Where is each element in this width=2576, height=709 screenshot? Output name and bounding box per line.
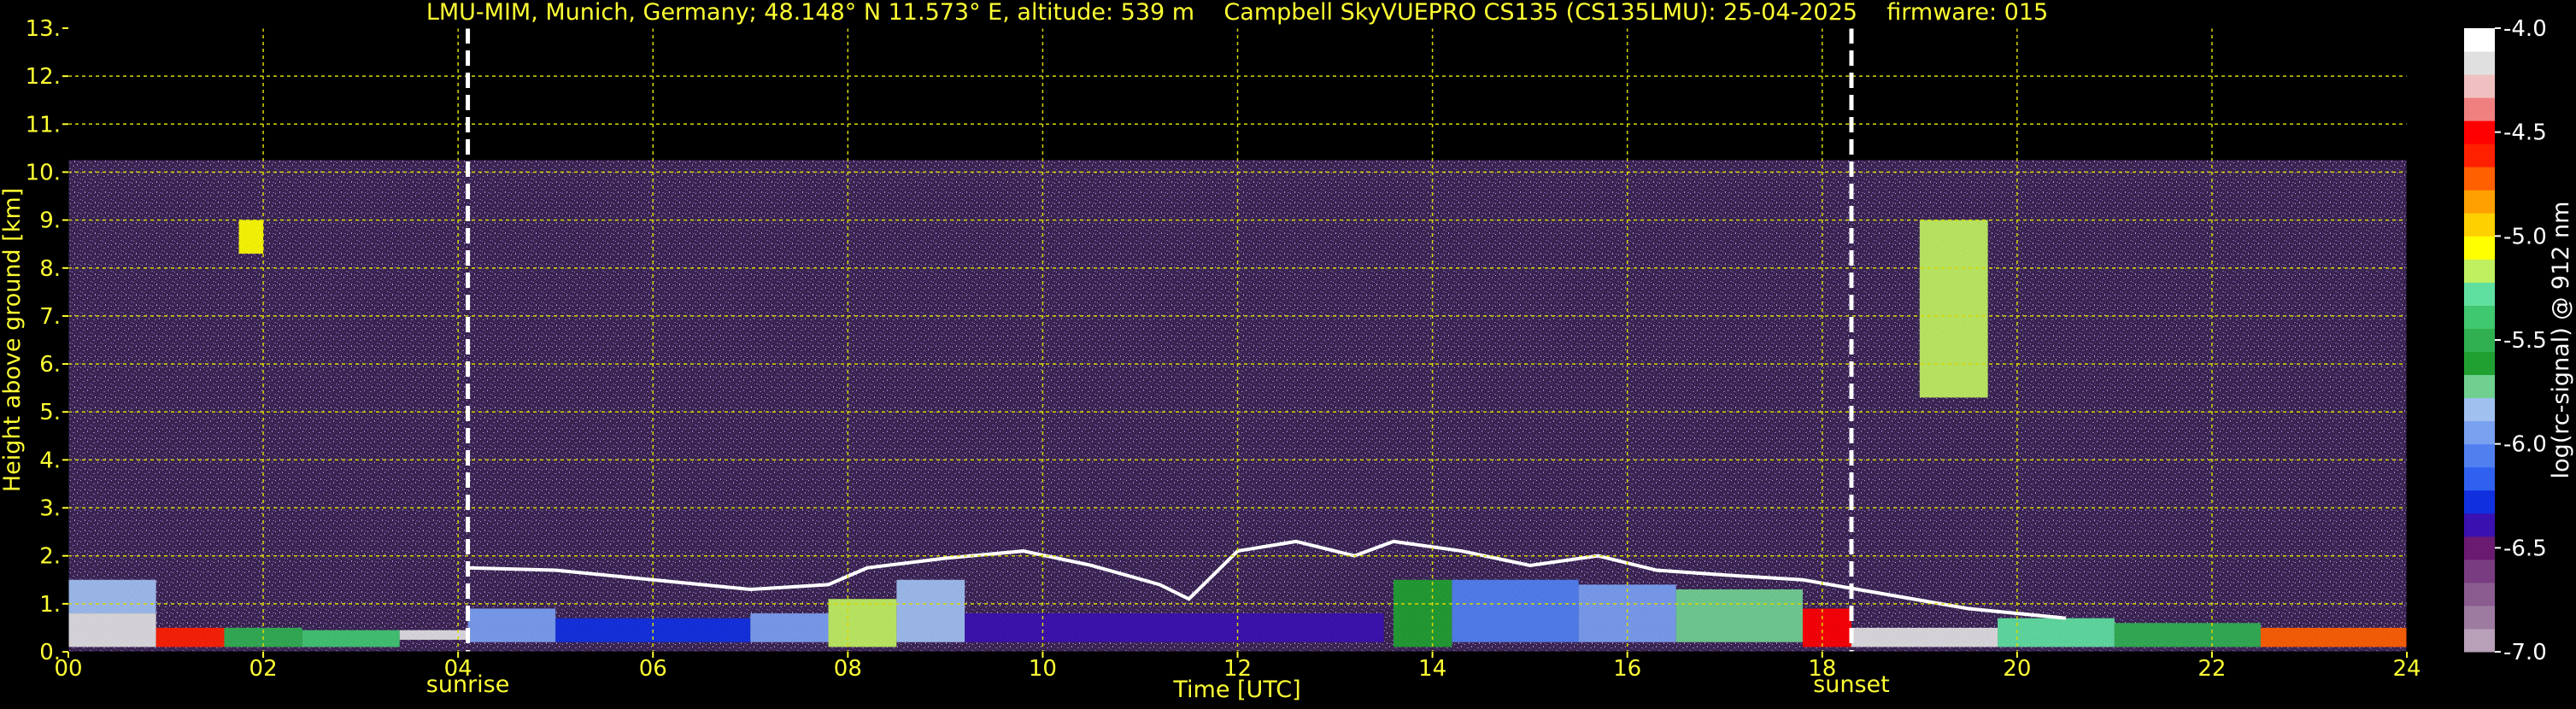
- x-tick-label: 10: [1029, 656, 1057, 682]
- colorbar-tick-label: -6.5: [2503, 536, 2547, 561]
- colorbar-swatch: [2464, 282, 2495, 306]
- colorbar-swatch: [2464, 443, 2495, 468]
- colorbar-swatch: [2464, 489, 2495, 514]
- x-tick-label: 16: [1613, 656, 1641, 682]
- colorbar-tick-label: -6.0: [2503, 432, 2547, 458]
- x-tick-label: 02: [249, 656, 278, 682]
- colorbar-label: log(rc-signal) @ 912 nm: [2548, 202, 2574, 479]
- colorbar-swatch: [2464, 74, 2495, 98]
- x-tick-label: 24: [2392, 656, 2421, 682]
- backscatter-layer: [750, 613, 829, 642]
- x-tick-label: 22: [2198, 656, 2226, 682]
- colorbar-swatch: [2464, 120, 2495, 144]
- colorbar-swatch: [2464, 328, 2495, 353]
- y-tick-label: 11.: [26, 112, 61, 138]
- colorbar-swatch: [2464, 144, 2495, 167]
- colorbar-swatch: [2464, 397, 2495, 422]
- backscatter-layer: [1578, 584, 1676, 642]
- x-tick-label: 20: [2003, 656, 2031, 682]
- colorbar-swatch: [2464, 97, 2495, 121]
- colorbar-swatch: [2464, 420, 2495, 445]
- colorbar-swatch: [2464, 513, 2495, 537]
- backscatter-layer: [238, 220, 264, 254]
- backscatter-layer: [1675, 589, 1803, 642]
- backscatter-layer: [68, 579, 156, 614]
- backscatter-layer: [965, 613, 1384, 642]
- colorbar-swatch: [2464, 213, 2495, 237]
- x-tick-label: 04: [444, 656, 472, 682]
- colorbar-swatch: [2464, 374, 2495, 399]
- y-axis-label: Height above ground [km]: [0, 188, 26, 492]
- backscatter-layer: [2260, 627, 2407, 647]
- y-tick-label: 13.: [26, 16, 61, 42]
- x-tick-label: 06: [639, 656, 667, 682]
- colorbar-swatch: [2464, 305, 2495, 329]
- y-tick-label: 0.: [39, 640, 61, 665]
- backscatter-layer: [1802, 608, 1851, 647]
- x-tick-label: 14: [1418, 656, 1446, 682]
- backscatter-layer: [1452, 579, 1579, 642]
- colorbar-swatch: [2464, 536, 2495, 560]
- colorbar-swatch: [2464, 167, 2495, 190]
- y-tick-label: 4.: [39, 448, 61, 473]
- backscatter-layer: [2114, 623, 2261, 647]
- x-tick-label: 18: [1808, 656, 1836, 682]
- backscatter-layer: [302, 630, 400, 647]
- colorbar-swatch: [2464, 605, 2495, 630]
- chart-title: LMU-MIM, Munich, Germany; 48.148° N 11.5…: [426, 0, 2048, 26]
- colorbar-swatch: [2464, 559, 2495, 583]
- y-tick-label: 8.: [39, 256, 61, 282]
- backscatter-layer: [467, 608, 556, 642]
- backscatter-layer: [896, 579, 965, 642]
- colorbar-swatch: [2464, 190, 2495, 214]
- colorbar-swatch: [2464, 236, 2495, 260]
- y-tick-label: 6.: [39, 352, 61, 378]
- y-tick-label: 12.: [26, 64, 61, 90]
- colorbar-ticks: -4.0 -4.5 -5.0 -5.5 -6.0 -6.5 -7.0: [2495, 16, 2547, 665]
- backscatter-layer: [1851, 627, 1998, 647]
- backscatter-layer: [1998, 618, 2115, 647]
- colorbar-swatch: [2464, 628, 2495, 653]
- colorbar-swatch: [2464, 582, 2495, 606]
- colorbar-swatch: [2464, 466, 2495, 491]
- colorbar-swatch: [2464, 28, 2495, 52]
- colorbar-tick-label: -5.0: [2503, 224, 2547, 249]
- y-tick-label: 3.: [39, 496, 61, 522]
- y-tick-label: 7.: [39, 304, 61, 330]
- colorbar-swatch: [2464, 351, 2495, 376]
- backscatter-layer: [1393, 579, 1452, 647]
- backscatter-layer: [1919, 220, 1988, 398]
- colorbar-swatch: [2464, 259, 2495, 283]
- colorbar-tick-label: -5.5: [2503, 328, 2547, 354]
- y-tick-label: 1.: [39, 592, 61, 618]
- colorbar-tick-label: -7.0: [2503, 640, 2547, 665]
- x-axis-label: Time [UTC]: [1172, 677, 1300, 703]
- backscatter-heatmap: sunrise sunset 00 02 04 06 08 10 12 14 16 18 20 22 24…: [0, 0, 2574, 703]
- backscatter-layer: [155, 627, 225, 647]
- x-tick-label: 08: [834, 656, 862, 682]
- y-tick-label: 10.: [26, 160, 61, 185]
- y-tick-label: 9.: [39, 208, 61, 234]
- y-tick-label: 5.: [39, 400, 61, 425]
- y-axis-ticks: 0. 1. 2. 3. 4. 5. 6. 7. 8. 9. 10. 11. 12. 13.: [26, 16, 68, 665]
- backscatter-layer: [828, 599, 897, 647]
- colorbar-swatch: [2464, 51, 2495, 75]
- colorbar: [2464, 28, 2495, 653]
- y-tick-label: 2.: [39, 544, 61, 570]
- ceilometer-figure: sunrise sunset 00 02 04 06 08 10 12 14 16 18 20 22 24…: [0, 0, 2576, 706]
- backscatter-layer: [68, 613, 156, 647]
- colorbar-tick-label: -4.0: [2503, 16, 2547, 42]
- colorbar-tick-label: -4.5: [2503, 120, 2547, 146]
